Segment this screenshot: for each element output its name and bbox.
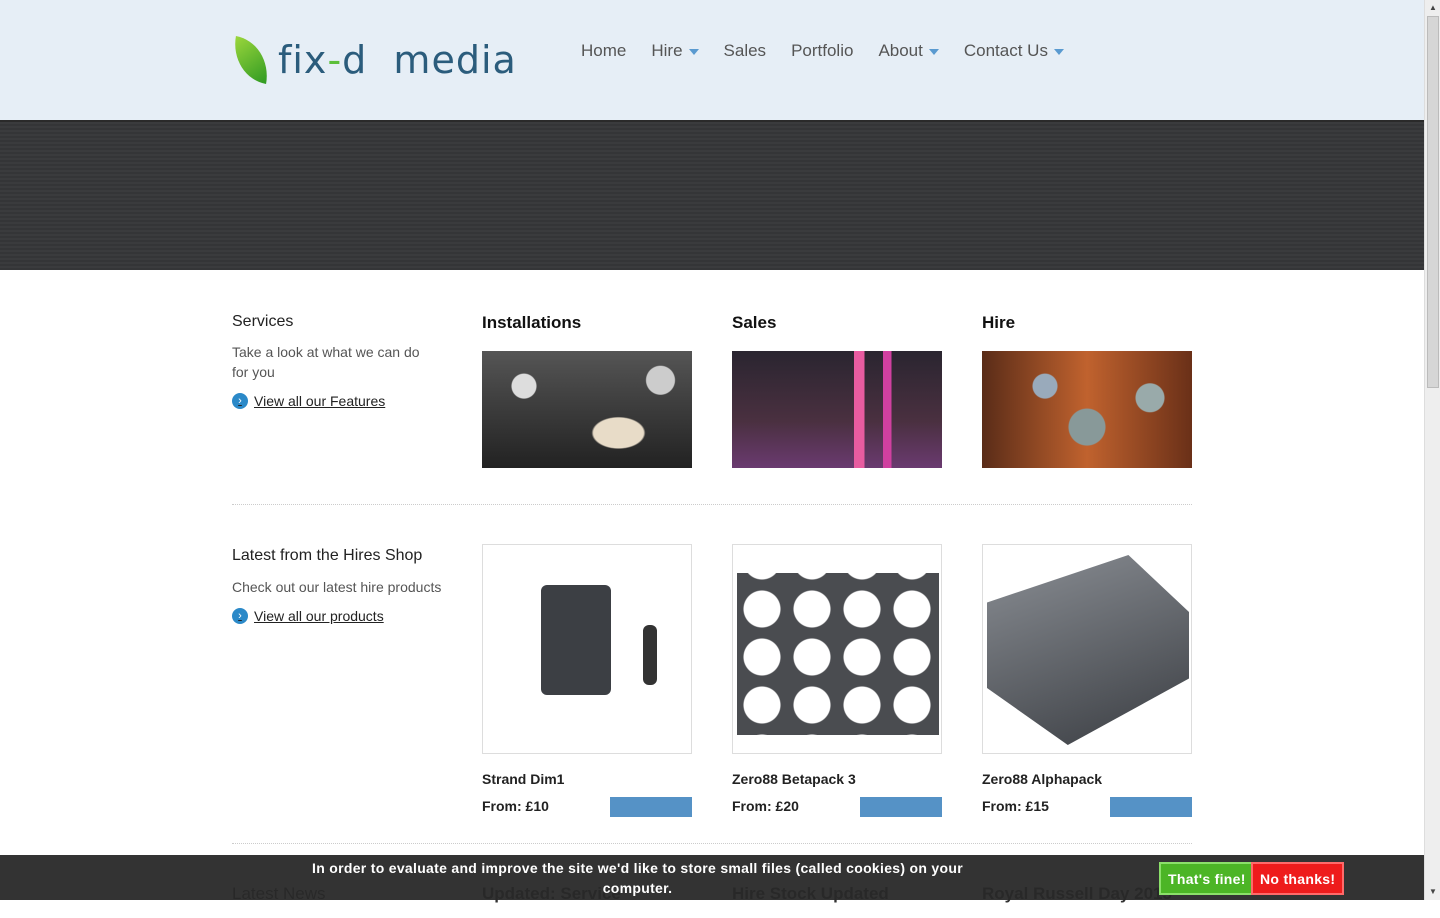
- logo-text: fix-d media: [278, 38, 517, 82]
- decline-cookies-button[interactable]: No thanks!: [1251, 862, 1345, 895]
- main-nav: Home Hire Sales Portfolio About Contact …: [581, 41, 1064, 61]
- cookie-banner: In order to evaluate and improve the sit…: [0, 855, 1424, 916]
- hire-title: Hire: [982, 313, 1016, 332]
- hire-image[interactable]: [982, 351, 1192, 468]
- product-price: From: £15: [982, 798, 1049, 814]
- leaf-icon: [228, 36, 274, 84]
- services-title: Services: [232, 313, 294, 330]
- nav-home[interactable]: Home: [581, 41, 626, 61]
- view-products-link[interactable]: › View all our products: [232, 608, 384, 624]
- nav-about[interactable]: About: [878, 41, 939, 61]
- site-header: fix-d media Home Hire Sales Portfolio Ab…: [0, 0, 1424, 120]
- product-image-alphapack[interactable]: [982, 544, 1192, 754]
- logo[interactable]: fix-d media: [228, 36, 517, 84]
- chevron-right-icon: ›: [232, 393, 248, 409]
- nav-contact[interactable]: Contact Us: [964, 41, 1064, 61]
- product-image-betapack3[interactable]: [732, 544, 942, 754]
- sales-title: Sales: [732, 313, 777, 332]
- product-name[interactable]: Zero88 Alphapack: [982, 771, 1102, 787]
- product-price: From: £10: [482, 798, 549, 814]
- view-features-link[interactable]: › View all our Features: [232, 393, 385, 409]
- sales-image[interactable]: [732, 351, 942, 468]
- divider: [232, 843, 1192, 844]
- scrollbar[interactable]: ▲ ▼: [1424, 0, 1440, 900]
- nav-portfolio[interactable]: Portfolio: [791, 41, 853, 61]
- accept-cookies-button[interactable]: That's fine!: [1159, 862, 1255, 895]
- product-name[interactable]: Zero88 Betapack 3: [732, 771, 856, 787]
- product-button[interactable]: [860, 797, 942, 817]
- product-image-strand-dim1[interactable]: [482, 544, 692, 754]
- caret-down-icon: [928, 48, 939, 55]
- nav-hire[interactable]: Hire: [651, 41, 699, 61]
- caret-down-icon: [1053, 48, 1064, 55]
- product-name[interactable]: Strand Dim1: [482, 771, 564, 787]
- shop-text: Check out our latest hire products: [232, 579, 442, 595]
- scrollbar-thumb[interactable]: [1427, 16, 1439, 388]
- caret-down-icon: [688, 48, 699, 55]
- nav-sales[interactable]: Sales: [724, 41, 767, 61]
- hero-banner: [0, 120, 1424, 270]
- services-text: Take a look at what we can do for you: [232, 344, 420, 380]
- installations-title: Installations: [482, 313, 582, 332]
- installations-image[interactable]: [482, 351, 692, 468]
- product-button[interactable]: [1110, 797, 1192, 817]
- scroll-up-icon[interactable]: ▲: [1425, 0, 1440, 16]
- cookie-message: In order to evaluate and improve the sit…: [312, 860, 963, 916]
- scroll-down-icon[interactable]: ▼: [1425, 884, 1440, 900]
- chevron-right-icon: ›: [232, 608, 248, 624]
- product-button[interactable]: [610, 797, 692, 817]
- shop-title: Latest from the Hires Shop: [232, 547, 423, 564]
- product-price: From: £20: [732, 798, 799, 814]
- divider: [232, 504, 1192, 505]
